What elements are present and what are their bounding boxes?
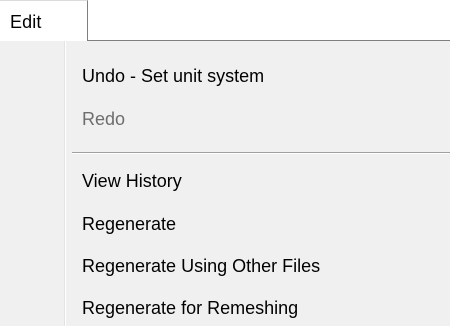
menu-separator: [72, 152, 450, 154]
app-window: Edit Undo - Set unit system Redo View Hi…: [0, 0, 450, 326]
menu-edit[interactable]: Edit: [0, 0, 88, 41]
menu-item-undo[interactable]: Undo - Set unit system: [0, 57, 450, 97]
menu-item-redo-label: Redo: [82, 109, 126, 129]
menu-edit-label: Edit: [10, 12, 42, 32]
menu-item-redo: Redo: [0, 100, 450, 140]
menu-item-view-history-label: View History: [82, 171, 182, 191]
menu-item-regenerate-remeshing[interactable]: Regenerate for Remeshing: [0, 289, 450, 326]
menu-item-regenerate-other-files[interactable]: Regenerate Using Other Files: [0, 247, 450, 287]
menu-item-regenerate-label: Regenerate: [82, 214, 177, 234]
menu-item-undo-label: Undo - Set unit system: [82, 66, 265, 86]
edit-dropdown-menu: Undo - Set unit system Redo View History…: [0, 40, 450, 326]
menu-item-view-history[interactable]: View History: [0, 162, 450, 202]
menu-item-regenerate-remeshing-label: Regenerate for Remeshing: [82, 298, 299, 318]
menu-item-regenerate-other-files-label: Regenerate Using Other Files: [82, 256, 321, 276]
menu-item-regenerate[interactable]: Regenerate: [0, 205, 450, 245]
